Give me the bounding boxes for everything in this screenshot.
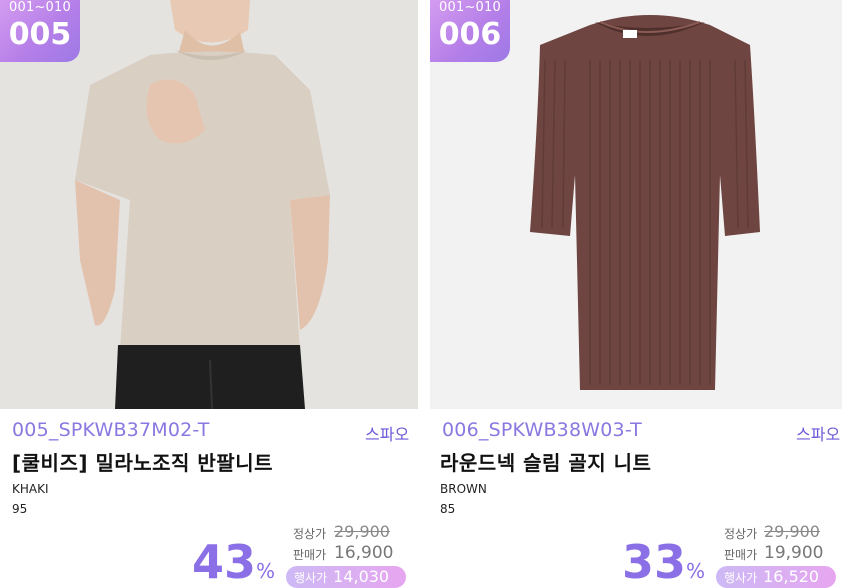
discount-rate: 43% (192, 536, 275, 588)
brand-link[interactable]: 스파오 (365, 421, 409, 445)
regular-price-label: 정상가 (724, 527, 758, 541)
product-size: 95 (12, 502, 28, 516)
rank-badge: 001~010 006 (430, 0, 510, 62)
discount-value: 43 (192, 535, 257, 588)
sale-price-label: 판매가 (293, 548, 327, 562)
rank-badge: 001~010 005 (0, 0, 80, 62)
event-price-label: 행사가 (294, 571, 328, 585)
product-image[interactable]: 001~010 006 (430, 0, 842, 409)
discount-rate: 33% (622, 536, 705, 588)
event-price-badge: 행사가 14,030 (286, 566, 406, 588)
product-size: 85 (440, 502, 456, 516)
event-price: 16,520 (763, 567, 820, 586)
discount-value: 33 (622, 535, 687, 588)
event-price-label: 행사가 (724, 571, 758, 585)
regular-price: 29,900 (764, 522, 820, 541)
percent-sign: % (686, 559, 706, 583)
product-code[interactable]: 005_SPKWB37M02-T (12, 419, 210, 441)
sale-price-label: 판매가 (724, 548, 758, 562)
product-title[interactable]: [쿨비즈] 밀라노조직 반팔니트 (12, 447, 273, 476)
sale-price: 16,900 (334, 543, 394, 563)
product-title[interactable]: 라운드넥 슬림 골지 니트 (440, 447, 651, 476)
product-card[interactable]: 001~010 005 005_SPKWB37M02-T 스파오 [쿨비즈] 밀… (0, 0, 418, 588)
regular-price-label: 정상가 (293, 527, 327, 541)
rank-number: 006 (438, 17, 502, 52)
product-code[interactable]: 006_SPKWB38W03-T (442, 419, 642, 441)
regular-price: 29,900 (334, 522, 390, 541)
event-price-badge: 행사가 16,520 (716, 566, 836, 588)
percent-sign: % (256, 559, 276, 583)
product-color: KHAKI (12, 482, 49, 496)
product-card[interactable]: 001~010 006 006_SPKWB38W03-T 스파오 라운드넥 슬림… (430, 0, 842, 588)
rank-range: 001~010 (9, 0, 71, 15)
rank-range: 001~010 (439, 0, 501, 15)
product-color: BROWN (440, 482, 487, 496)
product-image[interactable]: 001~010 005 (0, 0, 418, 409)
rank-number: 005 (8, 17, 72, 52)
event-price: 14,030 (333, 567, 390, 586)
sale-price: 19,900 (764, 543, 824, 563)
brand-link[interactable]: 스파오 (796, 421, 840, 445)
